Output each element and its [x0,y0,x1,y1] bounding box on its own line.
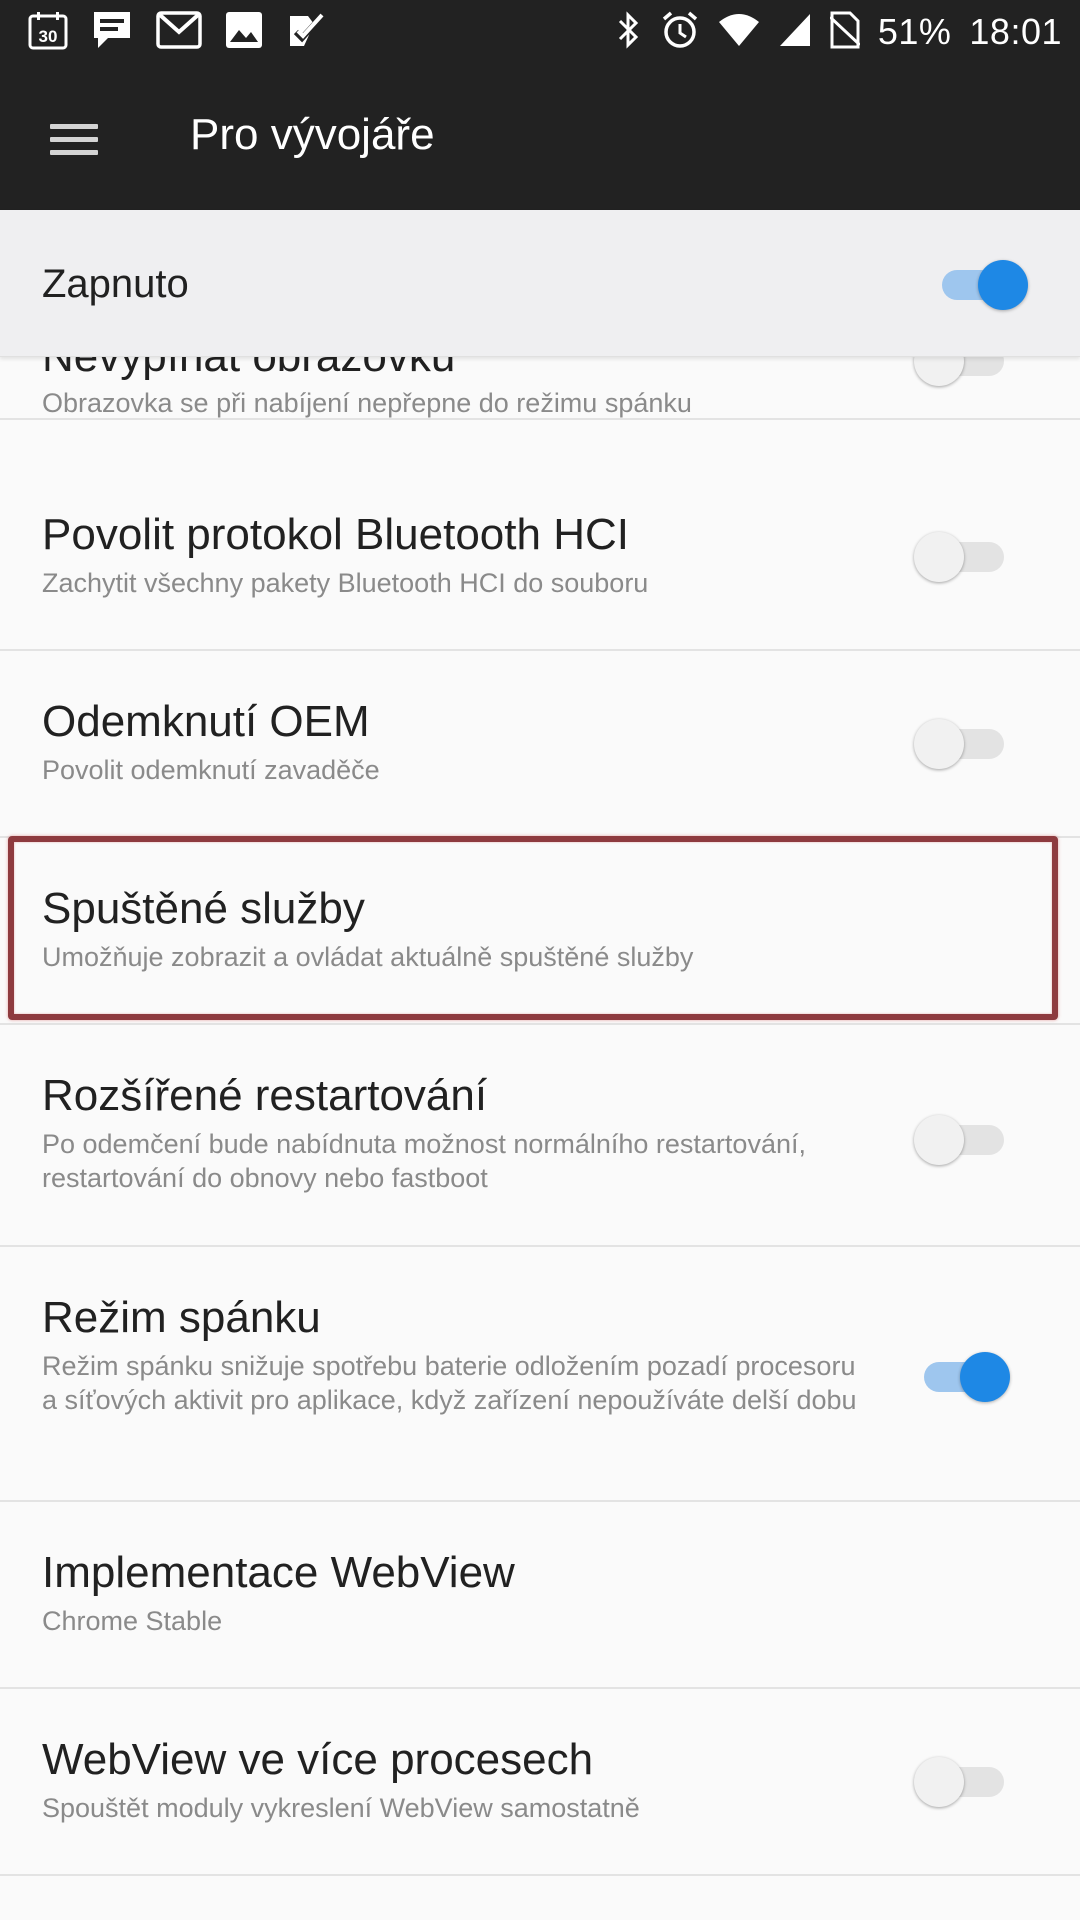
setting-summary: Umožňuje zobrazit a ovládat aktuálně spu… [42,942,694,972]
task-check-icon [286,10,326,55]
setting-sleep-mode[interactable]: Režim spánku Režim spánku snižuje spotře… [0,1247,1080,1502]
battery-percent: 51% [877,11,952,52]
bluetooth-icon [616,10,642,55]
master-switch-label: Zapnuto [42,262,189,306]
page-title: Pro vývojáře [190,110,435,159]
setting-webview-implementation[interactable]: Implementace WebView Chrome Stable [0,1502,1080,1689]
setting-title: Implementace WebView [42,1548,515,1597]
setting-title: Odemknutí OEM [42,697,370,746]
settings-list[interactable]: Nevypínat obrazovku Obrazovka se při nab… [0,356,1080,1920]
setting-summary: Režim spánku snižuje spotřebu baterie od… [42,1351,857,1415]
advanced-reboot-toggle[interactable] [914,1113,1008,1165]
cell-signal-icon [778,12,812,53]
setting-summary: Obrazovka se při nabíjení nepřepne do re… [42,388,692,418]
image-icon [224,10,264,55]
setting-summary: Po odemčení bude nabídnuta možnost normá… [42,1129,806,1193]
sleep-mode-toggle[interactable] [918,1350,1010,1402]
setting-title: Spuštěné služby [42,884,365,933]
setting-title: Režim spánku [42,1293,321,1342]
multiprocess-webview-toggle[interactable] [914,1755,1008,1807]
setting-summary: Spouštět moduly vykreslení WebView samos… [42,1793,640,1823]
setting-title: Rozšířené restartování [42,1071,488,1120]
setting-title: WebView ve více procesech [42,1735,594,1784]
svg-text:30: 30 [39,27,58,46]
keep-screen-on-toggle[interactable] [914,356,1008,386]
status-bar: 30 51% 18:01 [0,0,1080,64]
setting-title: Povolit protokol Bluetooth HCI [42,510,629,559]
alarm-icon [660,10,700,55]
setting-keep-screen-on[interactable]: Nevypínat obrazovku Obrazovka se při nab… [0,356,1080,420]
calendar-30-icon: 30 [28,10,68,55]
gmail-icon [156,10,202,55]
wifi-icon [718,12,760,53]
setting-title: Nevypínat obrazovku [42,356,456,381]
setting-oem-unlock[interactable]: Odemknutí OEM Povolit odemknutí zavaděče [0,651,1080,838]
clock: 18:01 [969,11,1062,52]
setting-summary: Zachytit všechny pakety Bluetooth HCI do… [42,568,649,598]
master-switch-bar[interactable]: Zapnuto [0,210,1080,357]
master-toggle[interactable] [936,258,1028,310]
app-bar: Pro vývojáře [0,64,1080,210]
setting-running-services[interactable]: Spuštěné služby Umožňuje zobrazit a ovlá… [0,838,1080,1025]
message-icon [90,8,134,57]
setting-summary: Chrome Stable [42,1606,223,1636]
hamburger-menu-icon[interactable] [34,108,114,168]
bluetooth-hci-toggle[interactable] [914,530,1008,582]
setting-bluetooth-hci[interactable]: Povolit protokol Bluetooth HCI Zachytit … [0,464,1080,651]
setting-multiprocess-webview[interactable]: WebView ve více procesech Spouštět modul… [0,1689,1080,1876]
setting-advanced-reboot[interactable]: Rozšířené restartování Po odemčení bude … [0,1025,1080,1247]
no-sim-icon [828,11,861,54]
oem-unlock-toggle[interactable] [914,717,1008,769]
setting-summary: Povolit odemknutí zavaděče [42,755,380,785]
